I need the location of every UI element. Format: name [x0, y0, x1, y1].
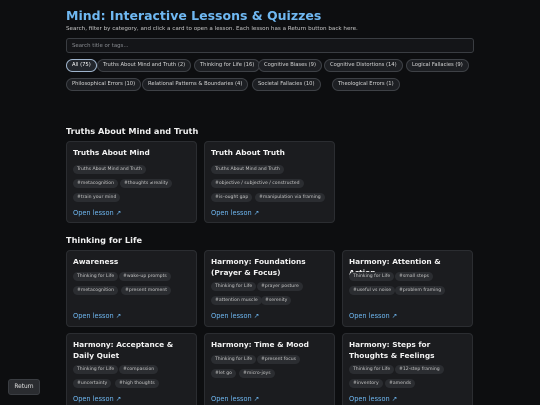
lesson-card[interactable]: Harmony: Foundations (Prayer & Focus) Th…: [204, 250, 335, 327]
lesson-card[interactable]: Harmony: Acceptance & Daily Quiet Thinki…: [66, 333, 197, 405]
hashtag: #attention muscle: [211, 296, 262, 305]
hashtag: #thoughts ≠reality: [120, 179, 173, 188]
page: Mind: Interactive Lessons & Quizzes Sear…: [0, 0, 540, 405]
open-lesson-link[interactable]: Open lesson ↗: [73, 312, 121, 320]
section-title-truths: Truths About Mind and Truth: [66, 126, 199, 136]
hashtag: #uncertainty: [73, 379, 112, 388]
open-lesson-link[interactable]: Open lesson ↗: [73, 395, 121, 403]
category-tag: Thinking for Life: [211, 355, 257, 364]
category-tag: Truths About Mind and Truth: [211, 165, 284, 174]
category-tag: Thinking for Life: [73, 272, 119, 281]
category-tag: Thinking for Life: [211, 282, 257, 291]
hashtag: #12-step framing: [395, 365, 444, 374]
hashtag: #compassion: [119, 365, 159, 374]
section-title-thinking-for-life: Thinking for Life: [66, 235, 143, 245]
card-title: Harmony: Time & Mood: [211, 340, 309, 349]
category-tag: Thinking for Life: [349, 365, 395, 374]
open-lesson-link[interactable]: Open lesson ↗: [211, 209, 259, 217]
card-title: Harmony: Foundations (Prayer & Focus): [211, 257, 306, 277]
hashtag: #let go: [211, 369, 236, 378]
filter-chip-thinking-for-life[interactable]: Thinking for Life (16): [194, 59, 261, 72]
hashtag: #amends: [385, 379, 416, 388]
lesson-card[interactable]: Harmony: Time & Mood Thinking for Life #…: [204, 333, 335, 405]
filter-chip-philosophical-errors[interactable]: Philosophical Errors (10): [66, 78, 142, 91]
lesson-card[interactable]: Truth About Truth Truths About Mind and …: [204, 141, 335, 223]
hashtag: #objective / subjective / constructed: [211, 179, 304, 188]
card-title: Harmony: Steps for Thoughts & Feelings: [349, 340, 435, 360]
filter-chip-cognitive-biases[interactable]: Cognitive Biases (9): [258, 59, 322, 72]
search-input[interactable]: [66, 38, 474, 53]
filter-chip-cognitive-distortions[interactable]: Cognitive Distortions (14): [324, 59, 403, 72]
filter-chip-relational-patterns[interactable]: Relational Patterns & Boundaries (4): [142, 78, 249, 91]
filter-chip-truths-about-mind-and-truth[interactable]: Truths About Mind and Truth (2): [97, 59, 192, 72]
hashtag: #serenity: [261, 296, 292, 305]
open-lesson-link[interactable]: Open lesson ↗: [211, 395, 259, 403]
card-title: Truths About Mind: [73, 148, 150, 157]
category-tag: Thinking for Life: [73, 365, 119, 374]
page-subtitle: Search, filter by category, and click a …: [66, 26, 358, 32]
card-title: Truth About Truth: [211, 148, 285, 157]
category-tag: Truths About Mind and Truth: [73, 165, 146, 174]
return-button[interactable]: Return: [8, 379, 40, 395]
hashtag: #problem framing: [395, 286, 446, 295]
open-lesson-link[interactable]: Open lesson ↗: [73, 209, 121, 217]
hashtag: #micro-joys: [239, 369, 275, 378]
hashtag: #present moment: [121, 286, 172, 295]
hashtag: #inventory: [349, 379, 383, 388]
hashtag: #manipulation via framing: [255, 193, 325, 202]
filter-chip-societal-fallacies[interactable]: Societal Fallacies (10): [252, 78, 321, 91]
hashtag: #useful vs noise: [349, 286, 396, 295]
hashtag: #present focus: [257, 355, 301, 364]
filter-chip-logical-fallacies[interactable]: Logical Fallacies (9): [406, 59, 469, 72]
hashtag: #metacognition: [73, 179, 119, 188]
lesson-card[interactable]: Harmony: Steps for Thoughts & Feelings T…: [342, 333, 473, 405]
open-lesson-link[interactable]: Open lesson ↗: [349, 395, 397, 403]
lesson-card[interactable]: Truths About Mind Truths About Mind and …: [66, 141, 197, 223]
page-title: Mind: Interactive Lessons & Quizzes: [66, 8, 322, 23]
hashtag: #prayer posture: [257, 282, 303, 291]
hashtag: #train your mind: [73, 193, 121, 202]
filter-chip-theological-errors[interactable]: Theological Errors (1): [332, 78, 400, 91]
filter-chip-all[interactable]: All (75): [66, 59, 97, 72]
lesson-card[interactable]: Harmony: Attention & Action Thinking for…: [342, 250, 473, 327]
open-lesson-link[interactable]: Open lesson ↗: [211, 312, 259, 320]
card-title: Awareness: [73, 257, 119, 266]
card-title: Harmony: Acceptance & Daily Quiet: [73, 340, 174, 360]
hashtag: #wake-up prompts: [119, 272, 171, 281]
hashtag: #metacognition: [73, 286, 119, 295]
hashtag: #is–ought gap: [211, 193, 253, 202]
open-lesson-link[interactable]: Open lesson ↗: [349, 312, 397, 320]
category-tag: Thinking for Life: [349, 272, 395, 281]
hashtag: #high thoughts: [115, 379, 159, 388]
hashtag: #small steps: [395, 272, 433, 281]
lesson-card[interactable]: Awareness Thinking for Life #wake-up pro…: [66, 250, 197, 327]
